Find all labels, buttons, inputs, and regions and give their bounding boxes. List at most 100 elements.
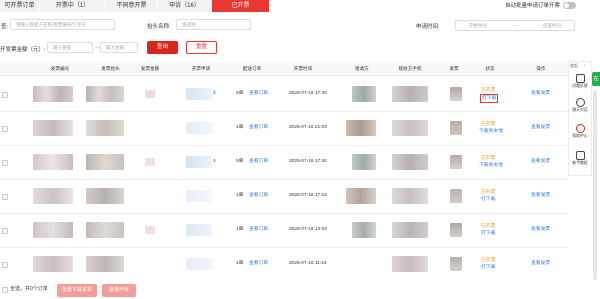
download-link[interactable]: 打下载	[481, 264, 495, 271]
auto-apply-toggle[interactable]	[563, 1, 577, 9]
max-amount-input[interactable]: 最大金额	[100, 42, 138, 53]
view-invoice-link[interactable]: 查看发票	[531, 260, 550, 267]
time-label: 申请时间:	[416, 24, 440, 30]
auto-apply-label: 自动批量申请订单开票	[505, 3, 561, 9]
tab-rejected[interactable]: 不同意开票	[106, 0, 158, 12]
redacted-invoice-no	[33, 154, 73, 170]
tab-invoicing[interactable]: 开票中（1）	[40, 0, 106, 12]
redacted-apply	[186, 258, 212, 270]
download-link[interactable]: 打下载	[480, 94, 499, 103]
redacted-amount	[145, 158, 155, 166]
select-all-checkbox[interactable]	[2, 287, 8, 293]
redacted-invoice-no	[33, 256, 73, 272]
col-invoice-no: 发票编号	[50, 66, 70, 71]
feedback-item[interactable]: 问题反馈	[569, 74, 591, 89]
row-orders: 1单	[236, 261, 244, 266]
view-orders-link[interactable]: 查看订单	[249, 260, 268, 267]
redacted-receiver	[346, 120, 376, 136]
auto-apply: 自动批量申请订单开票	[505, 1, 577, 9]
redacted-invoice	[450, 257, 462, 271]
redacted-invoice-no	[33, 222, 73, 238]
help-center-label: 帮助中心	[572, 134, 588, 138]
redacted-invoice	[450, 121, 462, 135]
row-checkbox[interactable]	[2, 262, 8, 268]
chat-item[interactable]: 聊天对话	[569, 98, 591, 113]
row-time: 2025-07-16 11:43	[289, 261, 327, 266]
view-invoice-link[interactable]: 查看发票	[531, 158, 550, 165]
row-orders: 5单	[236, 159, 244, 164]
date-dash: —	[512, 23, 518, 28]
row-checkbox[interactable]	[2, 194, 8, 200]
row-orders: 1单	[236, 227, 244, 232]
panel-chevron-icon[interactable]: ›	[584, 62, 585, 67]
redacted-amount	[145, 90, 155, 98]
reset-button[interactable]: 重置	[186, 41, 217, 54]
col-receiver-phone: 接收方手机	[398, 66, 422, 71]
tutorial-label: 新手教程	[572, 161, 588, 165]
redacted-invoice	[450, 223, 462, 237]
row-extra: $	[213, 91, 216, 96]
row-time: 2025-07-16 17:40	[289, 159, 327, 164]
row-orders: 1单	[236, 125, 244, 130]
redacted-phone	[392, 222, 428, 238]
tab-issued[interactable]: 已开票	[212, 0, 270, 12]
download-link[interactable]: 打下载	[481, 196, 495, 203]
title-select[interactable]: 请选择	[176, 19, 251, 30]
view-orders-link[interactable]: 查看订单	[249, 226, 268, 233]
row-checkbox[interactable]	[2, 160, 8, 166]
view-invoice-link[interactable]: 查看发票	[531, 124, 550, 131]
redacted-title	[86, 86, 124, 102]
row-checkbox[interactable]	[2, 228, 8, 234]
redacted-invoice-no	[33, 86, 73, 102]
redacted-receiver	[352, 86, 376, 102]
table-row: 1单 查看订单 2025-07-16 13:02 已开票 打下载 查看发票	[0, 214, 568, 248]
row-checkbox[interactable]	[2, 126, 8, 132]
min-amount-input[interactable]: 最小金额	[47, 42, 93, 53]
batch-appeal-button[interactable]: 批量申诉	[102, 284, 136, 297]
view-orders-link[interactable]: 查看订单	[249, 192, 268, 199]
batch-download-button[interactable]: 批量下载发票	[57, 284, 97, 297]
book-icon	[575, 151, 585, 160]
feedback-label: 问题反馈	[572, 84, 588, 88]
table-row: 1单 查看订单 2025-07-16 11:43 已开票 打下载 查看发票	[0, 248, 568, 282]
tutorial-item[interactable]: 新手教程	[569, 151, 591, 166]
view-orders-link[interactable]: 查看订单	[249, 124, 268, 131]
redacted-phone	[392, 154, 428, 170]
col-time: 开票时间	[293, 66, 313, 71]
redacted-title	[86, 256, 124, 272]
view-invoice-link[interactable]: 查看发票	[531, 192, 550, 199]
redacted-apply	[186, 224, 212, 236]
panel-collapse[interactable]: 收起	[570, 63, 578, 69]
redacted-phone	[392, 86, 428, 102]
scrollbar[interactable]	[593, 90, 597, 280]
redacted-invoice-no	[33, 188, 73, 204]
download-link[interactable]: 打下载	[481, 230, 495, 237]
tab-invoiceable[interactable]: 可开票订单	[0, 0, 40, 12]
date-range-picker[interactable]: 开始时间 — 结束时间	[455, 20, 575, 31]
online-tab[interactable]: 在	[592, 72, 600, 86]
download-link[interactable]: 下载到本地	[479, 128, 503, 135]
redacted-apply	[186, 156, 212, 168]
search-button[interactable]: 查询	[147, 41, 178, 54]
col-operation: 操作	[536, 66, 546, 71]
redacted-apply	[186, 88, 212, 100]
row-orders: 5单	[236, 91, 244, 96]
search-input[interactable]: 请输入接收方名称/发票编号/订单号	[10, 19, 115, 30]
view-orders-link[interactable]: 查看订单	[249, 158, 268, 165]
status-text: 已开票	[481, 122, 496, 127]
download-link[interactable]: 下载到本地	[479, 162, 503, 169]
row-checkbox[interactable]	[2, 92, 8, 98]
start-date[interactable]: 开始时间	[469, 23, 487, 29]
help-center-item[interactable]: 帮助中心	[569, 124, 591, 139]
end-date[interactable]: 结束时间	[543, 23, 561, 29]
view-orders-link[interactable]: 查看订单	[249, 90, 268, 97]
col-apply: 开票申请	[191, 66, 211, 71]
table-row: 1单 查看订单 2025-07-16 17:15 已开票 打下载 查看发票	[0, 180, 568, 214]
redacted-apply	[186, 190, 212, 202]
redacted-title	[86, 188, 124, 204]
view-invoice-link[interactable]: 查看发票	[531, 226, 550, 233]
view-invoice-link[interactable]: 查看发票	[531, 90, 550, 97]
tab-appeal[interactable]: 申诉（16）	[158, 0, 212, 12]
amount-label: 开发票金额（元）:	[0, 47, 46, 53]
search-label: 查:	[1, 24, 9, 30]
